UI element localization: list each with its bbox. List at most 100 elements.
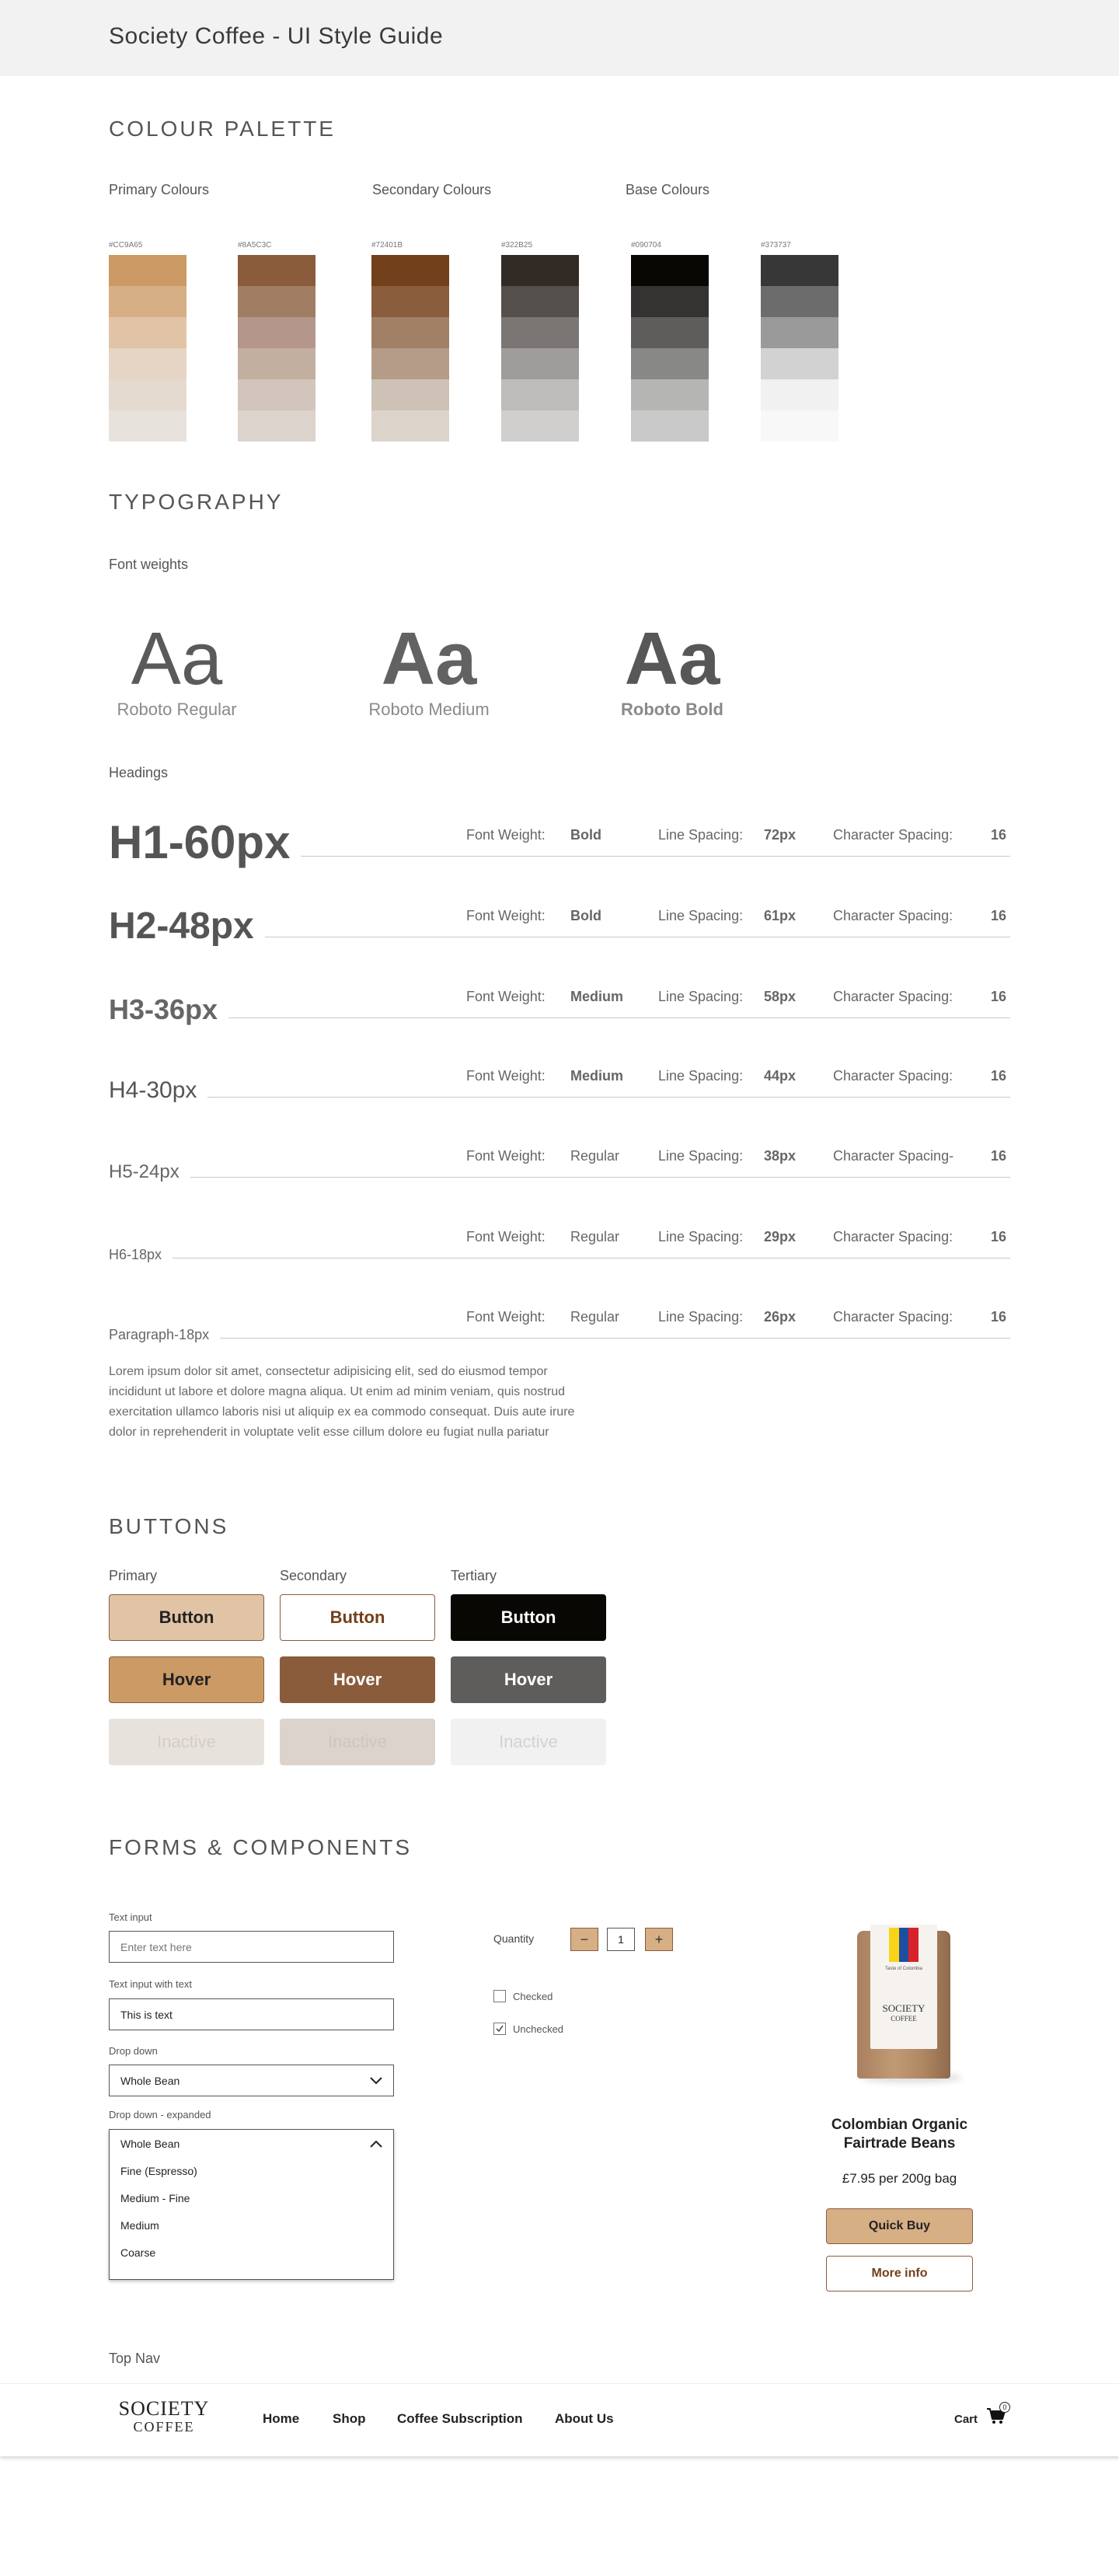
dropdown-expanded[interactable]: Whole Bean Fine (Espresso) Medium - Fine… bbox=[109, 2129, 394, 2280]
primary-button-hover[interactable]: Hover bbox=[109, 1656, 264, 1703]
text-input-value: This is text bbox=[120, 2008, 173, 2021]
colour-swatch bbox=[761, 317, 838, 348]
dropdown-expanded-header[interactable]: Whole Bean bbox=[110, 2130, 393, 2158]
nav-link-about-us[interactable]: About Us bbox=[555, 2411, 614, 2427]
font-sample-regular: Aa Roboto Regular bbox=[109, 622, 245, 720]
font-weight-label: Font Weight: bbox=[466, 1229, 546, 1244]
colour-swatch bbox=[371, 410, 449, 442]
swatch-column: #72401B bbox=[371, 241, 449, 442]
heading-name: H4-30px bbox=[109, 1079, 208, 1102]
checkbox-unchecked[interactable] bbox=[493, 1990, 506, 2002]
secondary-column-label: Secondary bbox=[280, 1568, 347, 1583]
font-sample-glyph: Aa bbox=[131, 617, 223, 700]
cart-icon[interactable]: 0 bbox=[985, 2402, 1010, 2427]
colour-swatch bbox=[631, 410, 709, 442]
swatch-hex-label: #090704 bbox=[631, 241, 661, 250]
product-image: Taste of Colombia SOCIETY COFFEE bbox=[814, 1925, 985, 2088]
line-spacing-value: 61px bbox=[764, 908, 797, 923]
character-spacing-label: Character Spacing: bbox=[833, 1068, 953, 1084]
chevron-up-icon bbox=[370, 2138, 382, 2150]
nav-link-coffee-subscription[interactable]: Coffee Subscription bbox=[397, 2411, 523, 2427]
colour-swatch bbox=[501, 317, 579, 348]
heading-divider bbox=[109, 1017, 1010, 1018]
page-title: Society Coffee - UI Style Guide bbox=[109, 23, 444, 49]
paragraph-sample: Lorem ipsum dolor sit amet, consectetur … bbox=[109, 1365, 575, 1439]
forms-title: FORMS & COMPONENTS bbox=[109, 1835, 413, 1859]
product-name: Colombian Organic Fairtrade Beans bbox=[831, 2117, 968, 2152]
dropdown[interactable]: Whole Bean bbox=[109, 2065, 394, 2096]
nav-link-shop[interactable]: Shop bbox=[333, 2411, 366, 2427]
heading-name: Paragraph-18px bbox=[109, 1328, 221, 1342]
base-colours-label: Base Colours bbox=[626, 182, 710, 197]
swatch-column: #373737 bbox=[761, 241, 838, 442]
colour-swatch bbox=[631, 317, 709, 348]
line-spacing-value: 38px bbox=[764, 1148, 797, 1164]
colour-swatch bbox=[761, 410, 838, 442]
colour-swatch bbox=[371, 379, 449, 410]
quantity-stepper[interactable]: 1 bbox=[607, 1928, 635, 1951]
colour-swatch bbox=[761, 379, 838, 410]
checkmark-icon bbox=[496, 2025, 504, 2033]
tertiary-button[interactable]: Button bbox=[451, 1594, 606, 1641]
quantity-plus-button[interactable]: + bbox=[645, 1928, 673, 1951]
dropdown-option[interactable]: Fine (Espresso) bbox=[120, 2158, 382, 2185]
line-spacing-label: Line Spacing: bbox=[658, 1309, 744, 1325]
character-spacing-label: Character Spacing: bbox=[833, 908, 953, 923]
colour-swatch bbox=[501, 348, 579, 379]
colour-swatch bbox=[761, 255, 838, 286]
line-spacing-label: Line Spacing: bbox=[658, 1229, 744, 1244]
heading-divider bbox=[109, 1097, 1010, 1098]
line-spacing-value: 44px bbox=[764, 1068, 797, 1084]
heading-divider bbox=[109, 1338, 1010, 1339]
cart-label[interactable]: Cart bbox=[954, 2413, 978, 2426]
colour-swatch bbox=[238, 286, 315, 317]
font-weight-value: Bold bbox=[570, 908, 601, 923]
text-input[interactable] bbox=[109, 1931, 394, 1963]
primary-column-label: Primary bbox=[109, 1568, 157, 1583]
secondary-button[interactable]: Button bbox=[280, 1594, 435, 1641]
tertiary-button-inactive: Inactive bbox=[451, 1719, 606, 1765]
top-nav-label: Top Nav bbox=[109, 2351, 161, 2366]
buttons-title: BUTTONS bbox=[109, 1514, 229, 1538]
product-price: £7.95 per 200g bag bbox=[842, 2171, 957, 2186]
colour-swatch bbox=[631, 255, 709, 286]
tertiary-button-hover[interactable]: Hover bbox=[451, 1656, 606, 1703]
colour-swatch bbox=[238, 410, 315, 442]
secondary-button-hover[interactable]: Hover bbox=[280, 1656, 435, 1703]
dropdown-expanded-value: Whole Bean bbox=[120, 2138, 180, 2150]
quantity-minus-button[interactable]: − bbox=[570, 1928, 598, 1951]
colour-swatch bbox=[501, 410, 579, 442]
colour-swatch bbox=[371, 255, 449, 286]
colour-swatch bbox=[238, 379, 315, 410]
secondary-button-inactive: Inactive bbox=[280, 1719, 435, 1765]
swatch-hex-label: #72401B bbox=[371, 241, 403, 250]
character-spacing-label: Character Spacing: bbox=[833, 827, 953, 843]
character-spacing-label: Character Spacing: bbox=[833, 989, 953, 1004]
primary-button[interactable]: Button bbox=[109, 1594, 264, 1641]
bag-label: Taste of Colombia SOCIETY COFFEE bbox=[870, 1925, 937, 2049]
secondary-colours-label: Secondary Colours bbox=[372, 182, 492, 197]
society-coffee-logo[interactable]: SOCIETY COFFEE bbox=[109, 2399, 219, 2435]
dropdown-option[interactable]: Medium - Fine bbox=[120, 2185, 382, 2212]
dropdown-option[interactable]: Medium bbox=[120, 2212, 382, 2239]
colour-swatch bbox=[109, 317, 186, 348]
heading-row: H6-18px Font Weight: Regular Line Spacing: 2… bbox=[109, 1216, 1010, 1279]
line-spacing-label: Line Spacing: bbox=[658, 1148, 744, 1164]
text-input-filled[interactable]: This is text bbox=[109, 1998, 394, 2030]
colour-swatch bbox=[371, 317, 449, 348]
quick-buy-button[interactable]: Quick Buy bbox=[826, 2208, 973, 2244]
colour-swatch bbox=[109, 348, 186, 379]
swatch-hex-label: #373737 bbox=[761, 241, 791, 250]
dropdown-option[interactable]: Coarse bbox=[120, 2239, 382, 2267]
more-info-button[interactable]: More info bbox=[826, 2256, 973, 2292]
colour-swatch bbox=[371, 348, 449, 379]
nav-link-home[interactable]: Home bbox=[263, 2411, 299, 2427]
font-weight-value: Regular bbox=[570, 1148, 620, 1164]
checkbox-checked[interactable] bbox=[493, 2023, 506, 2035]
logo-line2: COFFEE bbox=[133, 2419, 195, 2435]
heading-divider bbox=[109, 1177, 1010, 1178]
colour-swatch bbox=[238, 348, 315, 379]
quantity-label: Quantity bbox=[493, 1932, 535, 1945]
font-sample-bold: Aa Roboto Bold bbox=[618, 622, 727, 720]
character-spacing-value: 16 bbox=[991, 1148, 1007, 1164]
